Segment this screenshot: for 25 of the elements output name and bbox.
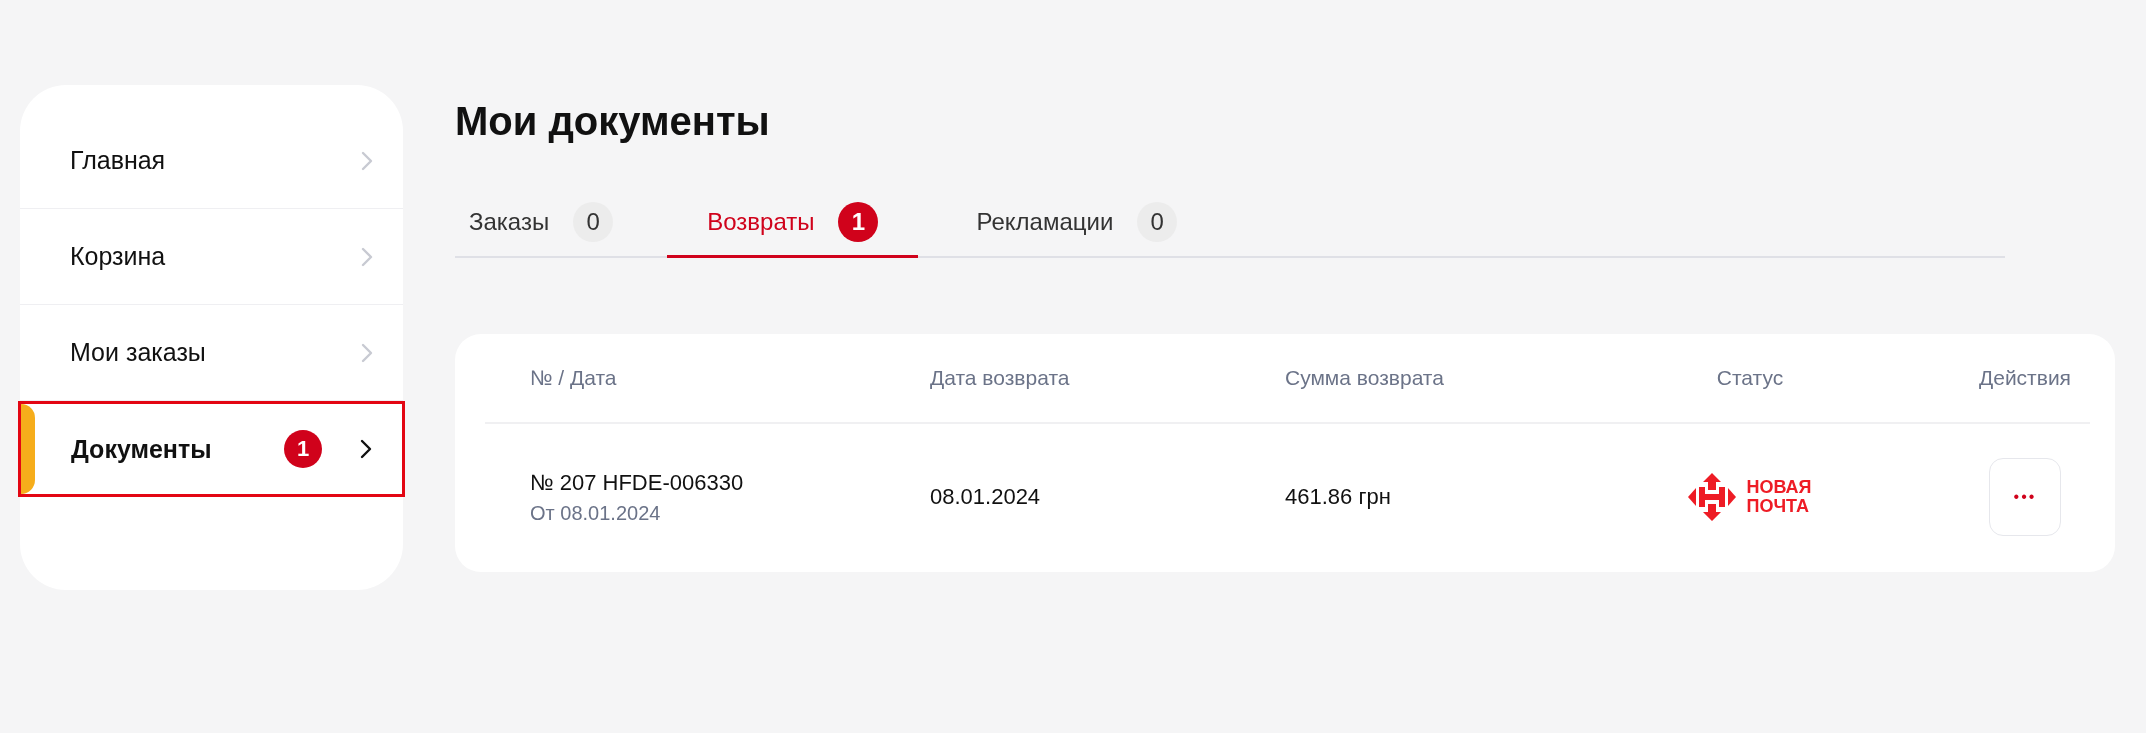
table-cell-text: 08.01.2024 (930, 484, 1042, 510)
page-title: Мои документы (455, 98, 771, 145)
chevron-right-icon (361, 246, 373, 267)
document-date: От 08.01.2024 (530, 501, 661, 525)
sidebar-item[interactable]: Мои заказы (20, 305, 403, 401)
tab[interactable]: Возвраты 1 (667, 189, 919, 258)
count-badge: 1 (284, 430, 322, 468)
sidebar-item[interactable]: Главная (20, 113, 403, 209)
document-number: № 207 HFDE-006330 (530, 469, 744, 496)
table-cell-text: 461.86 грн (1285, 484, 1392, 510)
more-actions-button[interactable]: ••• (1989, 458, 2061, 536)
column-header: № / Дата (530, 366, 618, 390)
tab[interactable]: Рекламации 0 (962, 189, 1192, 258)
column-header: Сумма возврата (1285, 366, 1445, 390)
chevron-right-icon (361, 150, 373, 171)
tab[interactable]: Заказы 0 (455, 189, 628, 258)
chevron-right-icon (361, 342, 373, 363)
column-header: Дата возврата (930, 366, 1071, 390)
carrier-logo-text: НОВАЯ ПОЧТА (1746, 478, 1812, 516)
sidebar-item[interactable]: Документы 1 (18, 401, 405, 497)
arrows-logo-icon (1688, 473, 1737, 521)
column-header: Действия (1978, 366, 2072, 390)
sidebar-item[interactable]: Корзина (20, 209, 403, 305)
column-header: Статус (1715, 366, 1785, 390)
chevron-right-icon (360, 439, 372, 459)
